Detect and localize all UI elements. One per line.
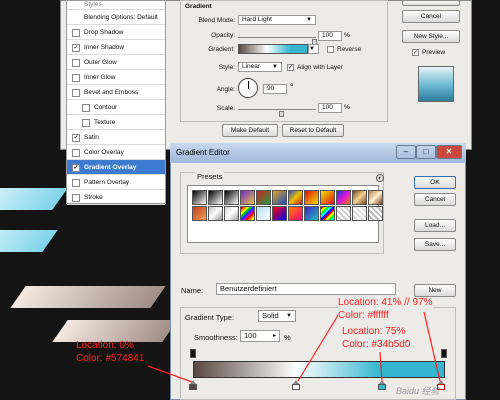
annotation-stop75-location: Location: 75%: [342, 326, 406, 337]
annotation-line-41: [297, 311, 341, 382]
annotation-stop0-location: Location: 0%: [76, 340, 134, 351]
watermark: Baidu 经验: [396, 386, 440, 396]
annotation-stop41-location: Location: 41% // 97%: [338, 297, 433, 308]
annotation-stop75-color: Color: #34b5d0: [342, 339, 411, 350]
annotation-stop41-color: Color: #ffffff: [338, 310, 389, 321]
annotation-lines: [147, 311, 441, 383]
annotation-line-75: [379, 351, 383, 382]
annotation-stop0-color: Color: #574841: [76, 353, 145, 364]
annotation-line-97: [423, 311, 441, 382]
annotation-line-0: [147, 365, 193, 383]
